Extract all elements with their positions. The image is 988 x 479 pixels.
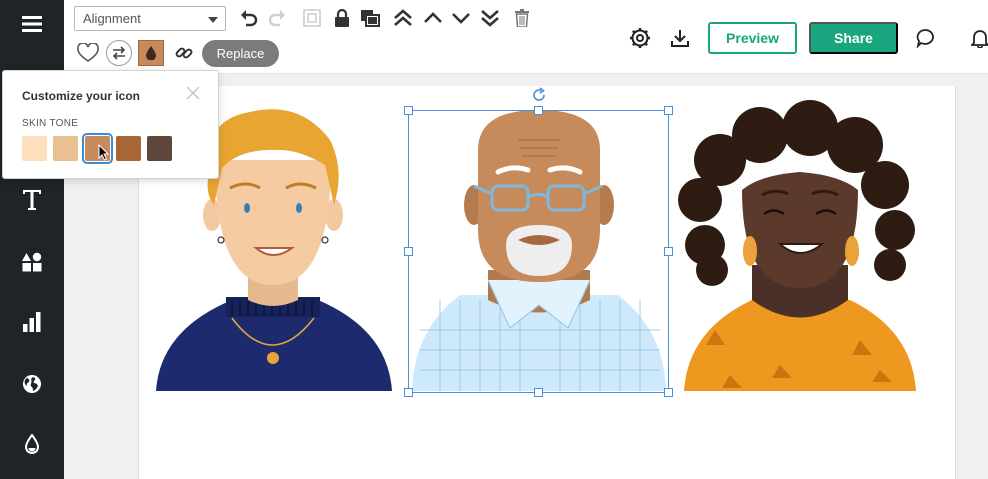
mouse-cursor-icon	[98, 144, 110, 161]
close-icon[interactable]	[186, 86, 200, 100]
popover-title: Customize your icon	[22, 89, 141, 103]
resize-handle-bottom[interactable]	[534, 388, 543, 397]
resize-handle-right[interactable]	[664, 247, 673, 256]
skin-tone-swatch-5[interactable]	[147, 136, 172, 161]
resize-handle-top-left[interactable]	[404, 106, 413, 115]
resize-handle-top[interactable]	[534, 106, 543, 115]
skin-tone-swatch-1[interactable]	[22, 136, 47, 161]
resize-handle-bottom-right[interactable]	[664, 388, 673, 397]
rotate-handle-icon[interactable]	[531, 87, 547, 103]
selection-box[interactable]	[408, 110, 669, 393]
skin-tone-swatch-4[interactable]	[116, 136, 141, 161]
resize-handle-left[interactable]	[404, 247, 413, 256]
skin-tone-label: SKIN TONE	[22, 118, 79, 129]
resize-handle-top-right[interactable]	[664, 106, 673, 115]
customize-icon-popover: Customize your icon SKIN TONE	[2, 70, 219, 179]
skin-tone-swatch-2[interactable]	[53, 136, 78, 161]
resize-handle-bottom-left[interactable]	[404, 388, 413, 397]
avatar-curly-hair-woman[interactable]	[678, 100, 916, 391]
